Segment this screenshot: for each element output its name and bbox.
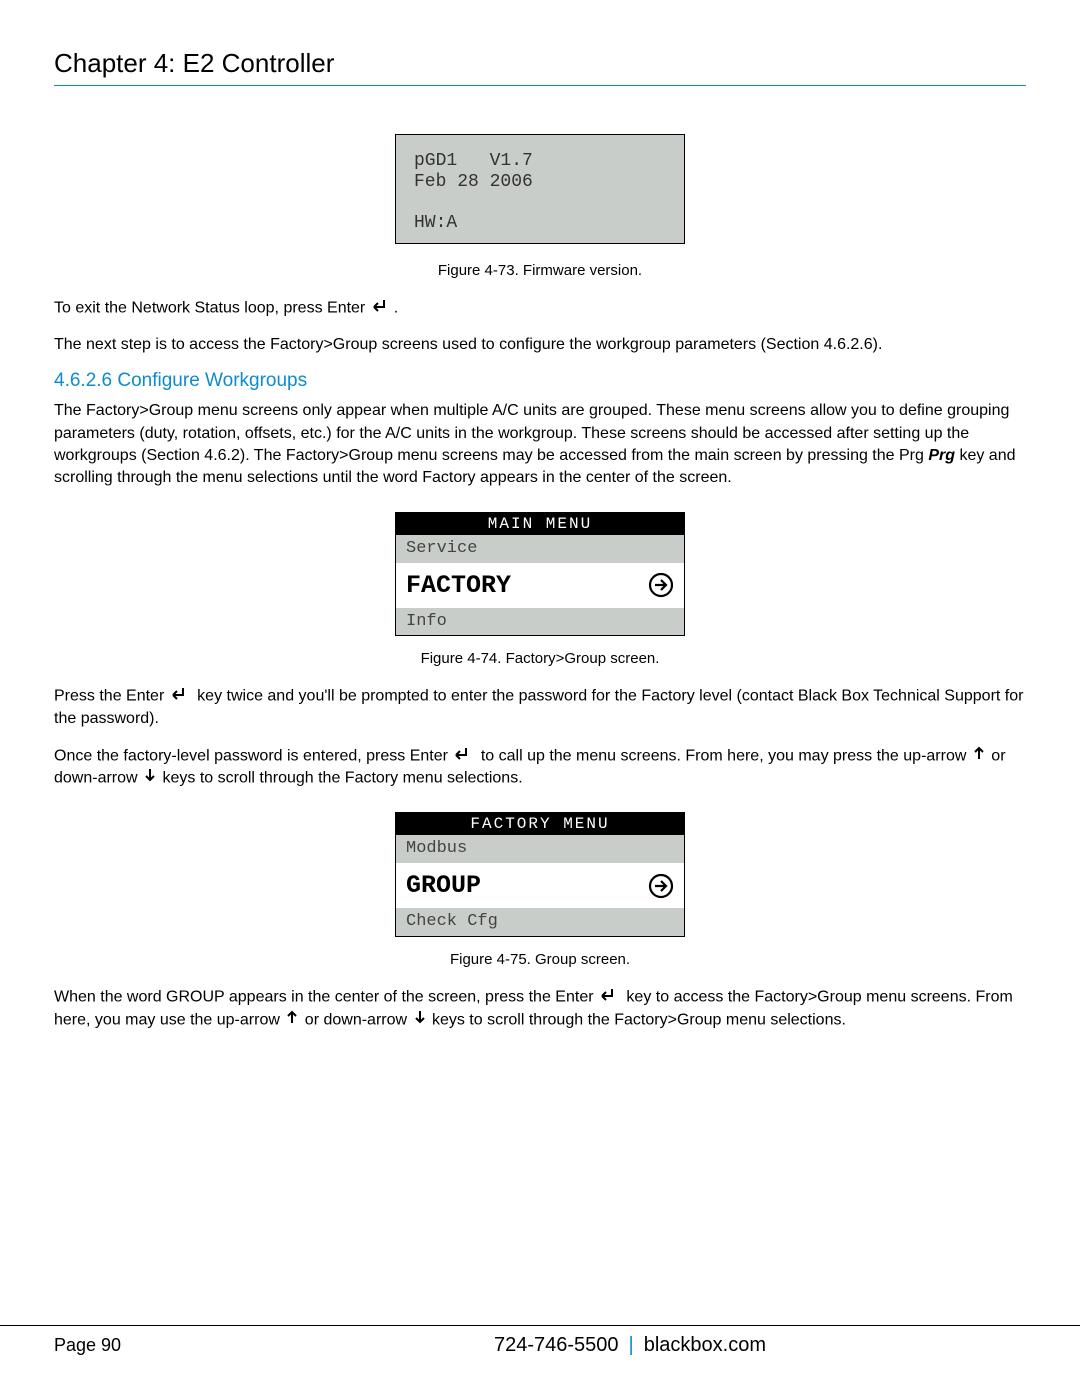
down-arrow-icon xyxy=(144,767,156,789)
main-menu-selected: FACTORY xyxy=(396,563,684,608)
paragraph-next: The next step is to access the Factory>G… xyxy=(54,334,1026,356)
enter-icon xyxy=(372,297,392,319)
text-once-mid1: to call up the menu screens. From here, … xyxy=(476,747,970,764)
figure-74-caption: Figure 4-74. Factory>Group screen. xyxy=(54,650,1026,667)
footer-phone: 724-746-5500 xyxy=(494,1334,619,1356)
up-arrow-icon xyxy=(286,1009,298,1031)
text-once-pre: Once the factory-level password is enter… xyxy=(54,747,452,764)
main-menu-screen: MAIN MENU Service FACTORY Info xyxy=(395,512,685,637)
arrow-right-circle-icon xyxy=(648,572,674,598)
lcd-line-1: pGD1 V1.7 xyxy=(414,151,533,171)
arrow-right-circle-icon xyxy=(648,873,674,899)
firmware-lcd: pGD1 V1.7 Feb 28 2006 HW:A xyxy=(395,134,685,244)
figure-73-caption: Figure 4-73. Firmware version. xyxy=(54,262,1026,279)
footer-contact: 724-746-5500 | blackbox.com xyxy=(234,1334,1026,1357)
factory-menu-screen: FACTORY MENU Modbus GROUP Check Cfg xyxy=(395,812,685,937)
chapter-title: Chapter 4: E2 Controller xyxy=(54,48,1026,86)
enter-icon xyxy=(454,745,474,767)
prg-key-label: Prg xyxy=(928,447,955,464)
main-menu-row-bottom: Info xyxy=(396,608,684,636)
figure-75-caption: Figure 4-75. Group screen. xyxy=(54,951,1026,968)
factory-menu-selected: GROUP xyxy=(396,863,684,908)
enter-icon xyxy=(600,986,620,1008)
factory-menu-row-top: Modbus xyxy=(396,835,684,863)
page-footer: Page 90 724-746-5500 | blackbox.com xyxy=(0,1325,1080,1357)
main-menu-selected-label: FACTORY xyxy=(406,571,511,600)
paragraph-press-enter: Press the Enter key twice and you'll be … xyxy=(54,685,1026,730)
lcd-line-3: HW:A xyxy=(414,213,457,233)
factory-menu-selected-label: GROUP xyxy=(406,871,481,900)
text-group-post: keys to scroll through the Factory>Group… xyxy=(428,1011,846,1028)
paragraph-group: When the word GROUP appears in the cente… xyxy=(54,986,1026,1032)
enter-icon xyxy=(171,685,191,707)
paragraph-configure: The Factory>Group menu screens only appe… xyxy=(54,400,1026,490)
up-arrow-icon xyxy=(973,745,985,767)
text-exit-post: . xyxy=(394,299,398,316)
text-exit-pre: To exit the Network Status loop, press E… xyxy=(54,299,370,316)
text-group-mid2: or down-arrow xyxy=(300,1011,411,1028)
page-number: Page 90 xyxy=(54,1335,234,1356)
footer-site: blackbox.com xyxy=(644,1334,766,1356)
main-menu-header: MAIN MENU xyxy=(396,513,684,535)
text-press-post: key twice and you'll be prompted to ente… xyxy=(54,688,1023,727)
footer-separator: | xyxy=(629,1334,634,1356)
section-heading: 4.6.2.6 Configure Workgroups xyxy=(54,370,1026,392)
factory-menu-row-bottom: Check Cfg xyxy=(396,908,684,936)
text-cfg-pre: The Factory>Group menu screens only appe… xyxy=(54,402,1009,464)
down-arrow-icon xyxy=(414,1009,426,1031)
text-once-post: keys to scroll through the Factory menu … xyxy=(158,770,523,787)
main-menu-row-top: Service xyxy=(396,535,684,563)
text-group-pre: When the word GROUP appears in the cente… xyxy=(54,988,598,1005)
paragraph-once-entered: Once the factory-level password is enter… xyxy=(54,745,1026,791)
lcd-line-2: Feb 28 2006 xyxy=(414,172,533,192)
paragraph-exit: To exit the Network Status loop, press E… xyxy=(54,297,1026,320)
factory-menu-header: FACTORY MENU xyxy=(396,813,684,835)
text-press-pre: Press the Enter xyxy=(54,688,169,705)
